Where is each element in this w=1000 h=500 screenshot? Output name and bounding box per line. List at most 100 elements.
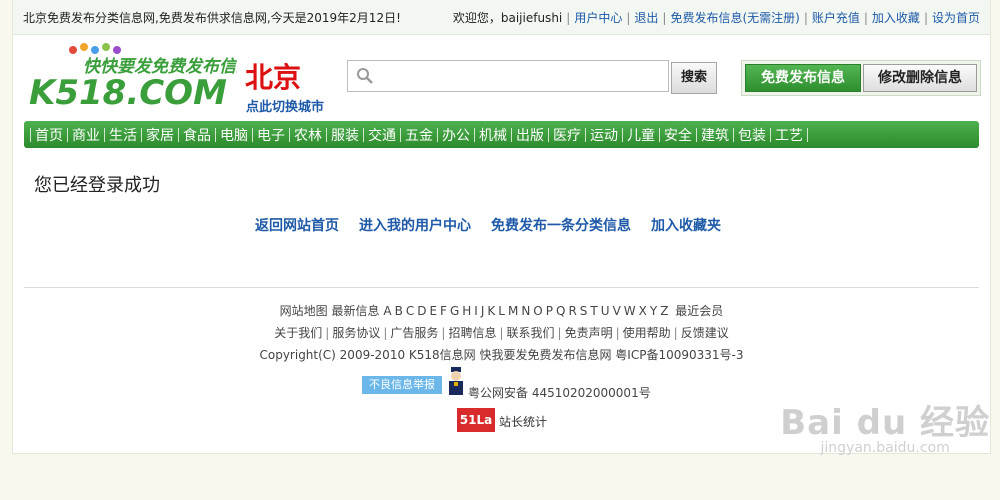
nav-link[interactable]: 五金 (405, 125, 433, 145)
nav-divider (770, 127, 771, 142)
letter-index-link[interactable]: D (417, 304, 426, 318)
switch-city-link[interactable]: 点此切换城市 (246, 96, 324, 115)
letter-index-link[interactable]: G (450, 304, 459, 318)
letter-index-link[interactable]: M (508, 304, 518, 318)
add-bookmark-link[interactable]: 加入收藏夹 (651, 215, 721, 235)
nav-divider (696, 127, 697, 142)
letter-index-link[interactable]: C (406, 304, 414, 318)
nav-link[interactable]: 包装 (738, 125, 766, 145)
search-button[interactable]: 搜索 (671, 62, 717, 94)
nav-link[interactable]: 交通 (368, 125, 396, 145)
letter-index-link[interactable]: Y (650, 304, 657, 318)
nav-link[interactable]: 农林 (294, 125, 322, 145)
nav-link[interactable]: 安全 (664, 125, 692, 145)
letter-index-link[interactable]: H (462, 304, 471, 318)
top-bar: 北京免费发布分类信息网,免费发布供求信息网,今天是2019年2月12日! 欢迎您… (13, 0, 990, 35)
nav-link[interactable]: 生活 (109, 125, 137, 145)
nav-link[interactable]: 运动 (590, 125, 618, 145)
nav-link[interactable]: 电脑 (220, 125, 248, 145)
letter-index-link[interactable]: A (383, 304, 391, 318)
nav-item: 医疗 (544, 121, 581, 148)
letter-index-link[interactable]: P (546, 304, 553, 318)
footer-link[interactable]: 反馈建议 (681, 326, 729, 340)
footer-link[interactable]: 广告服务 (390, 326, 438, 340)
footer-link[interactable]: 免责声明 (565, 326, 613, 340)
report-bad-info-button[interactable]: 不良信息举报 (362, 376, 442, 394)
free-post-link[interactable]: 免费发布信息(无需注册) (670, 11, 799, 25)
nav-item: 家居 (137, 121, 174, 148)
search-input[interactable] (380, 65, 664, 87)
set-homepage-link[interactable]: 设为首页 (932, 11, 980, 25)
page-container: 北京免费发布分类信息网,免费发布供求信息网,今天是2019年2月12日! 欢迎您… (12, 0, 991, 454)
letter-index-link[interactable]: L (498, 304, 505, 318)
site-logo[interactable]: 快快要发免费发布信息 K518.COM (27, 42, 237, 112)
footer-separator: | (615, 326, 620, 340)
nav-divider (215, 127, 216, 142)
letter-index-link[interactable]: V (613, 304, 621, 318)
sitemap-link[interactable]: 网站地图 (280, 304, 328, 318)
letter-index-link[interactable]: S (580, 304, 588, 318)
nav-item: 出版 (507, 121, 544, 148)
nav-link[interactable]: 食品 (183, 125, 211, 145)
footer-link[interactable]: 联系我们 (507, 326, 555, 340)
letter-index-link[interactable]: O (533, 304, 542, 318)
nav-item: 商业 (63, 121, 100, 148)
nav-item: 工艺 (766, 121, 812, 148)
letter-index-link[interactable]: Q (556, 304, 565, 318)
letter-index-link[interactable]: W (624, 304, 636, 318)
footer-link[interactable]: 关于我们 (274, 326, 322, 340)
letter-index-link[interactable]: K (487, 304, 495, 318)
footer-link[interactable]: 服务协议 (332, 326, 380, 340)
stats-badge[interactable]: 51La (457, 408, 495, 432)
nav-divider (474, 127, 475, 142)
nav-divider (807, 127, 808, 142)
nav-divider (659, 127, 660, 142)
latest-info-link[interactable]: 最新信息 (332, 304, 380, 318)
nav-divider (326, 127, 327, 142)
nav-link[interactable]: 商业 (72, 125, 100, 145)
letter-index-link[interactable]: J (481, 304, 485, 318)
nav-link[interactable]: 儿童 (627, 125, 655, 145)
letter-index-link[interactable]: Z (660, 304, 668, 318)
nav-link[interactable]: 工艺 (775, 125, 803, 145)
footer-divider (24, 287, 979, 288)
nav-link[interactable]: 医疗 (553, 125, 581, 145)
nav-item: 生活 (100, 121, 137, 148)
letter-index-link[interactable]: U (601, 304, 610, 318)
letter-index-link[interactable]: R (568, 304, 576, 318)
nav-item: 首页 (26, 121, 63, 148)
nav-link[interactable]: 家居 (146, 125, 174, 145)
footer-index: 网站地图 最新信息 ABCDEFGHIJKLMNOPQRSTUVWXYZ 最近会… (13, 302, 990, 319)
search-icon (356, 67, 374, 88)
free-post-button[interactable]: 免费发布信息 (745, 64, 861, 92)
site-welcome-text: 北京免费发布分类信息网,免费发布供求信息网,今天是2019年2月12日! (23, 11, 401, 25)
user-center-link[interactable]: 用户中心 (574, 11, 622, 25)
letter-index-link[interactable]: N (521, 304, 530, 318)
letter-index-link[interactable]: B (395, 304, 403, 318)
letter-index-link[interactable]: X (639, 304, 647, 318)
letter-index-link[interactable]: I (474, 304, 478, 318)
nav-link[interactable]: 服装 (331, 125, 359, 145)
post-classified-link[interactable]: 免费发布一条分类信息 (491, 215, 631, 235)
nav-link[interactable]: 首页 (35, 125, 63, 145)
nav-link[interactable]: 电子 (257, 125, 285, 145)
recent-members-link[interactable]: 最近会员 (675, 304, 723, 318)
letter-index-link[interactable]: F (440, 304, 447, 318)
footer-separator: | (673, 326, 678, 340)
logout-link[interactable]: 退出 (634, 11, 658, 25)
nav-divider (437, 127, 438, 142)
nav-item: 五金 (396, 121, 433, 148)
nav-link[interactable]: 建筑 (701, 125, 729, 145)
letter-index-link[interactable]: E (429, 304, 437, 318)
add-favorite-link[interactable]: 加入收藏 (872, 11, 920, 25)
footer-link[interactable]: 招聘信息 (448, 326, 496, 340)
nav-link[interactable]: 机械 (479, 125, 507, 145)
nav-link[interactable]: 出版 (516, 125, 544, 145)
footer-link[interactable]: 使用帮助 (623, 326, 671, 340)
edit-delete-button[interactable]: 修改删除信息 (863, 64, 977, 92)
recharge-link[interactable]: 账户充值 (812, 11, 860, 25)
nav-link[interactable]: 办公 (442, 125, 470, 145)
letter-index-link[interactable]: T (590, 304, 597, 318)
back-home-link[interactable]: 返回网站首页 (255, 215, 339, 235)
enter-user-center-link[interactable]: 进入我的用户中心 (359, 215, 471, 235)
